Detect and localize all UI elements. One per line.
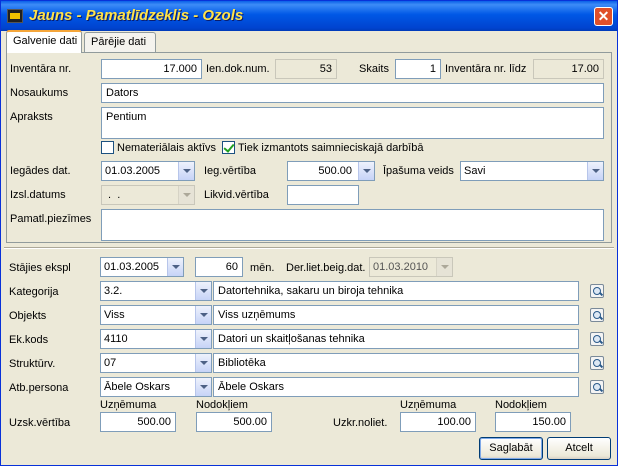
inventara-nr-lidz-label: Inventāra nr. līdz	[445, 63, 527, 75]
iegades-dat-value: 01.03.2005	[105, 165, 161, 177]
inventara-nr-label: Inventāra nr.	[10, 63, 72, 75]
apraksts-label: Apraksts	[10, 111, 53, 123]
chevron-down-icon[interactable]	[195, 282, 211, 300]
strukturv-select[interactable]: 07	[100, 353, 212, 373]
tab-parejie-dati[interactable]: Pārējie dati	[84, 32, 156, 52]
cancel-button[interactable]: Atcelt	[547, 437, 611, 460]
uzkr-noliet-label: Uzkr.noliet.	[333, 417, 388, 429]
atb-persona-code: Ābele Oskars	[104, 381, 171, 393]
ieg-vertiba-label: Ieg.vērtība	[204, 165, 256, 177]
main-panel: Inventāra nr. 17.000 Ien.dok.num. 53 Ska…	[6, 52, 612, 243]
uzsk-uznemuma-input[interactable]: 500.00	[100, 412, 176, 432]
nosaukums-label: Nosaukums	[10, 87, 69, 99]
nosaukums-input[interactable]: Dators	[101, 83, 604, 103]
stajies-ekspl-picker[interactable]: 01.03.2005	[100, 257, 184, 277]
title-bar[interactable]: Jauns - Pamatlīdzeklis - Ozols ✕	[1, 1, 617, 31]
objekts-code: Viss	[104, 309, 125, 321]
kategorija-code: 3.2.	[104, 285, 123, 297]
atb-persona-select[interactable]: Ābele Oskars	[100, 377, 212, 397]
stajies-ekspl-label: Stājies ekspl	[9, 262, 71, 274]
stajies-ekspl-value: 01.03.2005	[104, 261, 160, 273]
saimnieciska-label: Tiek izmantots saimnieciskajā darbībā	[238, 142, 424, 154]
inventara-nr-input[interactable]: 17.000	[101, 59, 202, 79]
ien-dok-num-field: 53	[275, 59, 337, 79]
kategorija-label: Kategorija	[9, 286, 59, 298]
strukturv-desc: Bibliotēka	[213, 353, 579, 373]
nematerialais-label: Nemateriālais aktīvs	[117, 142, 217, 154]
objekts-select[interactable]: Viss	[100, 305, 212, 325]
uzsk-nodokljiem-input[interactable]: 500.00	[196, 412, 272, 432]
chevron-down-icon[interactable]	[587, 162, 603, 180]
atb-persona-desc: Ābele Oskars	[213, 377, 579, 397]
ek-kods-code: 4110	[104, 333, 128, 345]
izsl-datums-picker[interactable]: . .	[101, 185, 195, 205]
uzkr-uznemuma-header: Uzņēmuma	[400, 399, 457, 411]
chevron-down-icon[interactable]	[167, 258, 183, 276]
tab-galvenie-dati[interactable]: Galvenie dati	[6, 30, 82, 53]
men-unit-label: mēn.	[250, 262, 275, 274]
izsl-datums-label: Izsl.datums	[10, 189, 66, 201]
strukturv-lookup-icon[interactable]	[590, 356, 604, 370]
ek-kods-desc: Datori un skaitļošanas tehnika	[213, 329, 579, 349]
men-input[interactable]: 60	[195, 257, 243, 277]
pamatl-piezimes-label: Pamatl.piezīmes	[10, 213, 92, 225]
nematerialais-checkbox[interactable]	[101, 141, 114, 154]
ien-dok-num-label: Ien.dok.num.	[206, 63, 270, 75]
kategorija-desc: Datortehnika, sakaru un biroja tehnika	[213, 281, 579, 301]
uzsk-uznemuma-header: Uzņēmuma	[100, 399, 157, 411]
chevron-down-icon[interactable]	[178, 162, 194, 180]
save-button[interactable]: Saglabāt	[479, 437, 543, 460]
ek-kods-lookup-icon[interactable]	[590, 332, 604, 346]
objekts-lookup-icon[interactable]	[590, 308, 604, 322]
saimnieciska-checkbox[interactable]	[222, 141, 235, 154]
ek-kods-select[interactable]: 4110	[100, 329, 212, 349]
strukturv-label: Struktūrv.	[9, 358, 56, 370]
skaits-label: Skaits	[359, 63, 389, 75]
objekts-label: Objekts	[9, 310, 47, 322]
kategorija-lookup-icon[interactable]	[590, 284, 604, 298]
ipasuma-veids-label: Īpašuma veids	[383, 165, 454, 177]
dialog-window: Jauns - Pamatlīdzeklis - Ozols ✕ Galveni…	[0, 0, 618, 466]
chevron-down-icon[interactable]	[195, 354, 211, 372]
inventara-nr-lidz-field: 17.00	[533, 59, 604, 79]
chevron-down-icon[interactable]	[436, 258, 452, 276]
likvid-vertiba-label: Likvid.vērtība	[204, 189, 269, 201]
close-button[interactable]: ✕	[594, 7, 613, 26]
uzsk-nodokljiem-header: Nodokļiem	[196, 399, 248, 411]
izsl-datums-value: . .	[105, 189, 121, 201]
ipasuma-veids-select[interactable]: Savi	[460, 161, 604, 181]
app-icon	[7, 9, 23, 23]
der-liet-value: 01.03.2010	[373, 261, 429, 273]
ieg-vertiba-value: 500.00	[318, 165, 352, 177]
chevron-down-icon[interactable]	[178, 186, 194, 204]
atb-persona-label: Atb.persona	[9, 382, 69, 394]
window-title: Jauns - Pamatlīdzeklis - Ozols	[29, 7, 244, 24]
ipasuma-veids-value: Savi	[464, 165, 486, 177]
pamatl-piezimes-textarea[interactable]	[101, 209, 604, 241]
der-liet-label: Der.liet.beig.dat.	[286, 262, 366, 274]
chevron-down-icon[interactable]	[195, 378, 211, 396]
strukturv-code: 07	[104, 357, 117, 369]
uzkr-uznemuma-input[interactable]: 100.00	[400, 412, 476, 432]
ek-kods-label: Ek.kods	[9, 334, 49, 346]
chevron-down-icon[interactable]	[195, 306, 211, 324]
chevron-down-icon[interactable]	[358, 162, 374, 180]
atb-persona-lookup-icon[interactable]	[590, 380, 604, 394]
kategorija-select[interactable]: 3.2.	[100, 281, 212, 301]
chevron-down-icon[interactable]	[195, 330, 211, 348]
iegades-dat-picker[interactable]: 01.03.2005	[101, 161, 195, 181]
apraksts-textarea[interactable]: Pentium	[101, 107, 604, 139]
likvid-vertiba-input[interactable]	[287, 185, 359, 205]
skaits-input[interactable]: 1	[395, 59, 441, 79]
ieg-vertiba-input[interactable]: 500.00	[287, 161, 375, 181]
der-liet-picker[interactable]: 01.03.2010	[369, 257, 453, 277]
objekts-desc: Viss uzņēmums	[213, 305, 579, 325]
uzsk-vertiba-label: Uzsk.vērtība	[9, 417, 71, 429]
iegades-dat-label: Iegādes dat.	[10, 165, 71, 177]
section-divider	[4, 247, 614, 249]
uzkr-nodokljiem-header: Nodokļiem	[495, 399, 547, 411]
uzkr-nodokljiem-input[interactable]: 150.00	[495, 412, 571, 432]
